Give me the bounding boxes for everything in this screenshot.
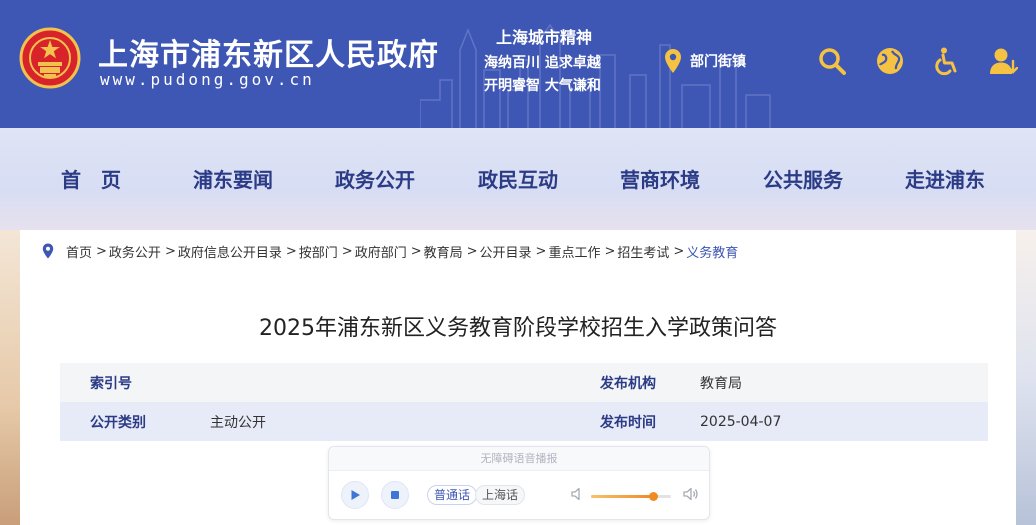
volume-up-icon[interactable]	[683, 487, 699, 501]
breadcrumb-item[interactable]: 教育局	[424, 242, 463, 261]
nav-pudong-news[interactable]: 浦东要闻	[193, 164, 273, 193]
breadcrumb-separator: >	[673, 243, 685, 259]
breadcrumb-item[interactable]: 政府部门	[355, 242, 407, 261]
city-spirit-title: 上海城市精神	[496, 28, 593, 47]
breadcrumb-item[interactable]: 首页	[66, 242, 92, 261]
breadcrumb-current[interactable]: 义务教育	[686, 242, 738, 261]
nav-government-affairs[interactable]: 政务公开	[335, 164, 415, 193]
city-photo-decoration	[1016, 230, 1036, 525]
stop-button[interactable]	[381, 481, 409, 509]
location-pin-icon	[665, 49, 681, 73]
meta-row: 索引号 发布机构 教育局	[60, 363, 988, 402]
nav-business-environment[interactable]: 营商环境	[620, 164, 700, 193]
date-value: 2025-04-07	[700, 413, 782, 430]
city-spirit-line: 海纳百川 追求卓越	[484, 55, 601, 71]
main-nav: 首 页 浦东要闻 政务公开 政民互动 营商环境 公共服务 走进浦东	[0, 128, 1036, 230]
stop-icon	[391, 491, 399, 499]
search-icon[interactable]	[817, 46, 847, 76]
audio-player: 无障碍语音播报 普通话 上海话	[328, 446, 710, 520]
globe-icon[interactable]	[875, 46, 905, 76]
breadcrumb-separator: >	[285, 243, 297, 259]
locator-label: 部门街镇	[690, 54, 746, 70]
breadcrumb-item[interactable]: 政务公开	[109, 242, 161, 261]
breadcrumb: 首页 > 政务公开 > 政府信息公开目录 > 按部门 > 政府部门 > 教育局 …	[42, 240, 738, 262]
shanghainese-toggle[interactable]: 上海话	[475, 485, 526, 505]
volume-slider-fill	[591, 495, 654, 498]
accessibility-icon[interactable]	[932, 46, 962, 76]
city-spirit-line: 开明睿智 大气谦和	[484, 78, 601, 94]
play-button[interactable]	[341, 481, 369, 509]
breadcrumb-item[interactable]: 政府信息公开目录	[178, 242, 282, 261]
volume-slider-handle[interactable]	[649, 492, 659, 501]
breadcrumb-item[interactable]: 重点工作	[548, 242, 600, 261]
nav-explore-pudong[interactable]: 走进浦东	[905, 164, 985, 193]
breadcrumb-separator: >	[535, 243, 547, 259]
skyline-decoration	[420, 23, 771, 128]
breadcrumb-item[interactable]: 公开目录	[480, 242, 532, 261]
breadcrumb-separator: >	[466, 243, 478, 259]
nav-home[interactable]: 首 页	[61, 164, 121, 193]
category-value: 主动公开	[210, 414, 266, 431]
department-street-link[interactable]: 部门街镇	[664, 48, 746, 74]
breadcrumb-separator: >	[164, 243, 176, 259]
breadcrumb-item[interactable]: 按部门	[299, 242, 338, 261]
date-label: 发布时间	[600, 414, 656, 431]
nav-public-interaction[interactable]: 政民互动	[478, 164, 558, 193]
national-emblem-icon	[19, 27, 81, 89]
site-title[interactable]: 上海市浦东新区人民政府	[98, 30, 439, 74]
audio-player-title: 无障碍语音播报	[329, 447, 709, 471]
volume-down-icon[interactable]	[571, 487, 583, 501]
breadcrumb-item[interactable]: 招生考试	[617, 242, 669, 261]
volume-slider[interactable]	[591, 492, 671, 501]
category-label: 公开类别	[90, 414, 146, 431]
content-card: 首页 > 政务公开 > 政府信息公开目录 > 按部门 > 政府部门 > 教育局 …	[20, 230, 1016, 525]
org-value: 教育局	[700, 375, 742, 392]
site-header: 上海市浦东新区人民政府 www.pudong.gov.cn 上海城市精神 海纳百…	[0, 0, 1036, 128]
nav-public-services[interactable]: 公共服务	[763, 164, 843, 193]
location-pin-icon	[42, 243, 54, 259]
article-title: 2025年浦东新区义务教育阶段学校招生入学政策问答	[259, 316, 777, 341]
breadcrumb-separator: >	[410, 243, 422, 259]
mandarin-toggle[interactable]: 普通话	[427, 485, 478, 505]
play-icon	[351, 490, 360, 500]
breadcrumb-separator: >	[341, 243, 353, 259]
meta-row: 公开类别 主动公开 发布时间 2025-04-07	[60, 402, 988, 441]
org-label: 发布机构	[600, 375, 656, 392]
user-icon[interactable]	[988, 46, 1018, 76]
city-photo-decoration	[0, 230, 20, 525]
breadcrumb-separator: >	[604, 243, 616, 259]
site-url[interactable]: www.pudong.gov.cn	[100, 70, 315, 89]
breadcrumb-separator: >	[96, 243, 107, 259]
article-meta-table: 索引号 发布机构 教育局 公开类别 主动公开 发布时间 2025-04-07	[60, 363, 988, 441]
index-label: 索引号	[90, 375, 132, 392]
